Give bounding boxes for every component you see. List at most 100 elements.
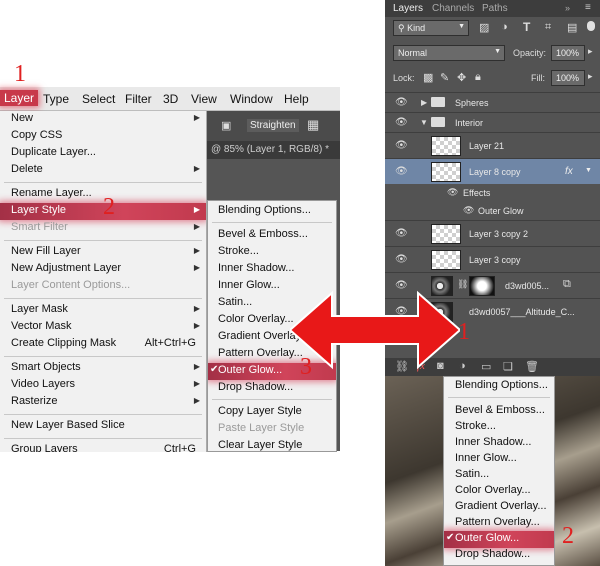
menu-item-smart-filter[interactable]: Smart Filter ▶ — [0, 220, 206, 237]
menu-item-blending-options[interactable]: Blending Options... — [444, 378, 554, 395]
effect-row-outer-glow[interactable]: 👁︎ Outer Glow — [385, 202, 600, 220]
menu-item-outer-glow[interactable]: ✔ Outer Glow... — [444, 531, 554, 548]
menu-item-layer-content-options[interactable]: Layer Content Options... — [0, 278, 206, 295]
menu-item-delete[interactable]: Delete ▶ — [0, 162, 206, 179]
filter-pixel-icon[interactable]: ▨ — [479, 21, 489, 34]
filter-shape-icon[interactable]: ⌗ — [545, 21, 551, 34]
menu-item-duplicate-layer[interactable]: Duplicate Layer... — [0, 145, 206, 162]
layer-row-layer-8-copy[interactable]: 👁︎ Layer 8 copy fx ▼ — [385, 158, 600, 184]
menu-item-new[interactable]: New ▶ — [0, 111, 206, 128]
lock-transparent-icon[interactable]: ▩ — [423, 71, 433, 84]
folder-open-icon — [431, 117, 445, 127]
menu-type[interactable]: Type — [43, 92, 69, 106]
menu-item-stroke[interactable]: Stroke... — [444, 419, 554, 436]
menu-item-group-layers[interactable]: Group Layers Ctrl+G — [0, 442, 206, 452]
menu-window[interactable]: Window — [230, 92, 273, 106]
collapse-icon[interactable]: » — [565, 3, 570, 13]
lock-position-icon[interactable]: ✥ — [457, 71, 466, 84]
fill-slider-icon[interactable]: ▸ — [588, 71, 593, 82]
menu-item-bevel-emboss[interactable]: Bevel & Emboss... — [444, 403, 554, 420]
menu-item-new-adjustment-layer[interactable]: New Adjustment Layer ▶ — [0, 261, 206, 278]
visibility-eye-icon[interactable]: 👁︎ — [395, 166, 408, 177]
new-layer-icon[interactable]: ❏ — [503, 360, 513, 373]
menu-item-drop-shadow[interactable]: Drop Shadow... — [444, 547, 554, 564]
annotation-step-3: 3 — [300, 354, 312, 380]
menu-select[interactable]: Select — [82, 92, 115, 106]
opacity-slider-icon[interactable]: ▸ — [588, 46, 593, 57]
menu-item-vector-mask[interactable]: Vector Mask ▶ — [0, 319, 206, 336]
visibility-eye-icon[interactable]: 👁︎ — [395, 117, 408, 128]
menu-item-inner-shadow[interactable]: Inner Shadow... — [208, 261, 336, 278]
menu-item-color-overlay[interactable]: Color Overlay... — [444, 483, 554, 500]
visibility-eye-icon[interactable]: 👁︎ — [395, 254, 408, 265]
tab-layers[interactable]: Layers — [393, 3, 423, 14]
layer-thumbnail — [431, 162, 461, 182]
lock-image-icon[interactable]: ✎ — [440, 71, 449, 84]
visibility-eye-icon[interactable]: 👁︎ — [447, 187, 458, 198]
filter-toggle-icon[interactable] — [587, 21, 595, 31]
menu-item-rasterize[interactable]: Rasterize ▶ — [0, 394, 206, 411]
menu-item-create-clipping-mask[interactable]: Create Clipping Mask Alt+Ctrl+G — [0, 336, 206, 353]
document-tab[interactable]: @ 85% (Layer 1, RGB/8) * — [207, 141, 340, 159]
fill-input[interactable]: 100% — [551, 70, 585, 86]
new-group-icon[interactable]: ▭ — [481, 360, 491, 373]
filter-smart-icon[interactable]: ▤ — [567, 21, 577, 34]
layer-row-layer-3-copy-2[interactable]: 👁︎ Layer 3 copy 2 — [385, 220, 600, 246]
menu-help[interactable]: Help — [284, 92, 309, 106]
menu-item-copy-css[interactable]: Copy CSS — [0, 128, 206, 145]
menu-item-new-fill-layer[interactable]: New Fill Layer ▶ — [0, 244, 206, 261]
straighten-button[interactable]: Straighten — [247, 119, 299, 132]
blend-mode-select[interactable]: Normal ▼ — [393, 45, 505, 61]
menu-item-stroke[interactable]: Stroke... — [208, 244, 336, 261]
layer-row-layer-3-copy[interactable]: 👁︎ Layer 3 copy — [385, 246, 600, 272]
menu-item-satin[interactable]: Satin... — [444, 467, 554, 484]
filter-type-icon[interactable]: T — [523, 20, 530, 34]
menu-item-copy-layer-style[interactable]: Copy Layer Style — [208, 404, 336, 421]
menu-item-smart-objects[interactable]: Smart Objects ▶ — [0, 360, 206, 377]
collapse-arrow-icon[interactable]: ▼ — [420, 118, 428, 127]
lock-all-icon[interactable]: 🔒︎ — [475, 71, 481, 84]
visibility-eye-icon[interactable]: 👁︎ — [395, 228, 408, 239]
visibility-eye-icon[interactable]: 👁︎ — [395, 140, 408, 151]
menu-item-pattern-overlay[interactable]: Pattern Overlay... — [444, 515, 554, 532]
visibility-eye-icon[interactable]: 👁︎ — [395, 97, 408, 108]
filter-adjustment-icon[interactable]: ◑ — [501, 21, 508, 33]
fx-badge-icon[interactable]: fx — [565, 166, 573, 177]
delete-layer-icon[interactable]: 🗑︎ — [525, 360, 539, 373]
tab-paths[interactable]: Paths — [482, 3, 508, 14]
filter-kind-select[interactable]: ⚲ Kind ▼ — [393, 20, 469, 36]
expand-arrow-icon[interactable]: ▶ — [421, 98, 427, 107]
crop-icon[interactable]: ▣ — [221, 119, 231, 132]
menu-filter[interactable]: Filter — [125, 92, 152, 106]
menu-item-inner-glow[interactable]: Inner Glow... — [444, 451, 554, 468]
panel-menu-icon[interactable]: ≡ — [585, 2, 591, 13]
layer-row-interior[interactable]: 👁︎ ▼ Interior — [385, 112, 600, 132]
menu-item-paste-layer-style[interactable]: Paste Layer Style — [208, 421, 336, 438]
menu-item-new-layer-based-slice[interactable]: New Layer Based Slice — [0, 418, 206, 435]
expand-arrow-icon[interactable]: ▼ — [585, 167, 592, 174]
effects-row[interactable]: 👁︎ Effects — [385, 184, 600, 202]
submenu-arrow-icon: ▶ — [193, 379, 200, 388]
menu-item-video-layers[interactable]: Video Layers ▶ — [0, 377, 206, 394]
menu-view[interactable]: View — [191, 92, 217, 106]
layer-row-layer-21[interactable]: 👁︎ Layer 21 — [385, 132, 600, 158]
opacity-input[interactable]: 100% — [551, 45, 585, 61]
smart-object-icon: ⧉ — [563, 278, 571, 290]
menu-3d[interactable]: 3D — [163, 92, 178, 106]
visibility-eye-icon[interactable]: 👁︎ — [463, 205, 474, 216]
lock-label: Lock: — [393, 73, 415, 83]
menu-layer[interactable]: Layer — [0, 90, 39, 106]
menu-item-gradient-overlay[interactable]: Gradient Overlay... — [444, 499, 554, 516]
layer-mask-thumbnail[interactable] — [469, 276, 495, 296]
menu-item-drop-shadow[interactable]: Drop Shadow... — [208, 380, 336, 397]
grid-icon[interactable]: ▦ — [307, 117, 319, 133]
menu-item-blending-options[interactable]: Blending Options... — [208, 203, 336, 220]
panel-tabs: Layers Channels Paths » ≡ — [385, 0, 600, 17]
options-bar: ▣ Straighten ▦ — [207, 111, 340, 141]
menu-item-layer-mask[interactable]: Layer Mask ▶ — [0, 302, 206, 319]
layer-row-spheres[interactable]: 👁︎ ▶ Spheres — [385, 92, 600, 112]
menu-item-clear-layer-style[interactable]: Clear Layer Style — [208, 438, 336, 451]
menu-item-inner-shadow[interactable]: Inner Shadow... — [444, 435, 554, 452]
tab-channels[interactable]: Channels — [432, 3, 474, 14]
menu-item-bevel-emboss[interactable]: Bevel & Emboss... — [208, 227, 336, 244]
